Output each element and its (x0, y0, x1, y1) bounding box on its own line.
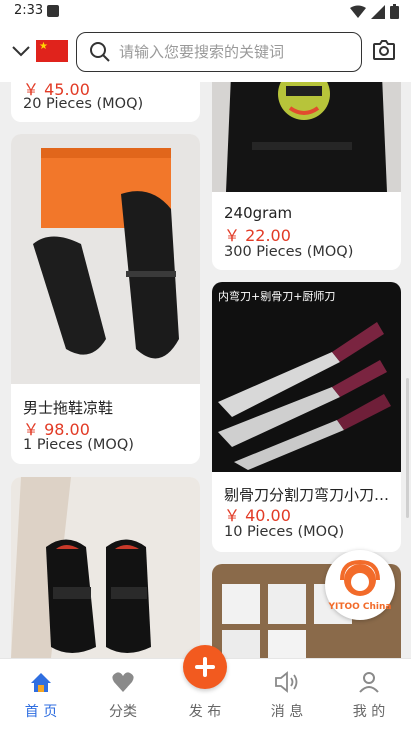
product-price: ￥ 22.00 (224, 226, 291, 245)
china-flag-icon: ★ (36, 40, 68, 62)
tab-me[interactable]: 我 的 (328, 659, 410, 731)
product-card[interactable]: 240gram ￥ 22.00 300 Pieces (MOQ) (212, 82, 401, 270)
tab-label: 发 布 (188, 704, 222, 720)
scrollbar[interactable] (406, 378, 409, 518)
status-bar: 2:33 (0, 0, 411, 24)
brand-label: YITOO China (328, 602, 392, 612)
knife-ad-title: 内弯刀+剔骨刀+厨师刀 (218, 289, 335, 303)
tab-messages[interactable]: 消 息 (246, 659, 328, 731)
tab-label: 消 息 (270, 704, 304, 720)
product-title: 240gram (224, 204, 293, 222)
battery-icon (390, 4, 399, 19)
product-moq: 300 Pieces (MOQ) (224, 244, 354, 260)
tab-label: 分类 (109, 704, 137, 720)
chevron-down-icon (12, 46, 30, 57)
product-card[interactable]: 内弯刀+剔骨刀+厨师刀 剔骨刀分割刀弯刀小刀厨房刀具 ￥ 40.00 10 Pi… (212, 282, 401, 552)
camera-search-button[interactable] (372, 39, 396, 65)
product-card[interactable]: 男士拖鞋凉鞋 ￥ 98.00 1 Pieces (MOQ) (11, 134, 200, 464)
search-box[interactable] (76, 32, 362, 72)
product-card[interactable]: ￥ 45.00 20 Pieces (MOQ) (11, 82, 200, 122)
product-image: 内弯刀+剔骨刀+厨师刀 (212, 282, 401, 472)
heart-icon (112, 672, 134, 692)
product-image (11, 134, 200, 384)
product-image (11, 477, 200, 658)
search-input[interactable] (117, 42, 351, 62)
tab-label: 首 页 (24, 704, 58, 720)
region-selector[interactable]: ★ (12, 40, 68, 62)
tab-home[interactable]: 首 页 (0, 659, 82, 731)
speaker-icon (275, 671, 298, 693)
product-title: 男士拖鞋凉鞋 (23, 399, 114, 417)
signal-icon (371, 4, 385, 19)
product-moq: 10 Pieces (MOQ) (224, 524, 345, 540)
search-header: ★ (0, 24, 411, 82)
product-image (212, 82, 401, 192)
tab-label: 我 的 (352, 704, 386, 720)
customer-service-button[interactable]: YITOO China (325, 550, 395, 620)
status-time: 2:33 (14, 3, 44, 18)
person-icon (359, 672, 379, 693)
search-icon (90, 42, 110, 62)
product-moq: 20 Pieces (MOQ) (23, 96, 144, 112)
plus-icon[interactable] (183, 645, 227, 689)
tab-publish[interactable]: 发 布 (164, 645, 246, 731)
bottom-tab-bar: 首 页 分类 发 布 消 息 我 的 (0, 645, 411, 731)
notification-icon (47, 5, 59, 17)
product-price: ￥ 40.00 (224, 506, 291, 525)
product-card[interactable] (11, 477, 200, 658)
tab-category[interactable]: 分类 (82, 659, 164, 731)
camera-icon (373, 40, 395, 60)
product-moq: 1 Pieces (MOQ) (23, 437, 134, 453)
status-icons (350, 4, 399, 19)
wifi-icon (350, 5, 366, 18)
home-icon (31, 673, 51, 692)
